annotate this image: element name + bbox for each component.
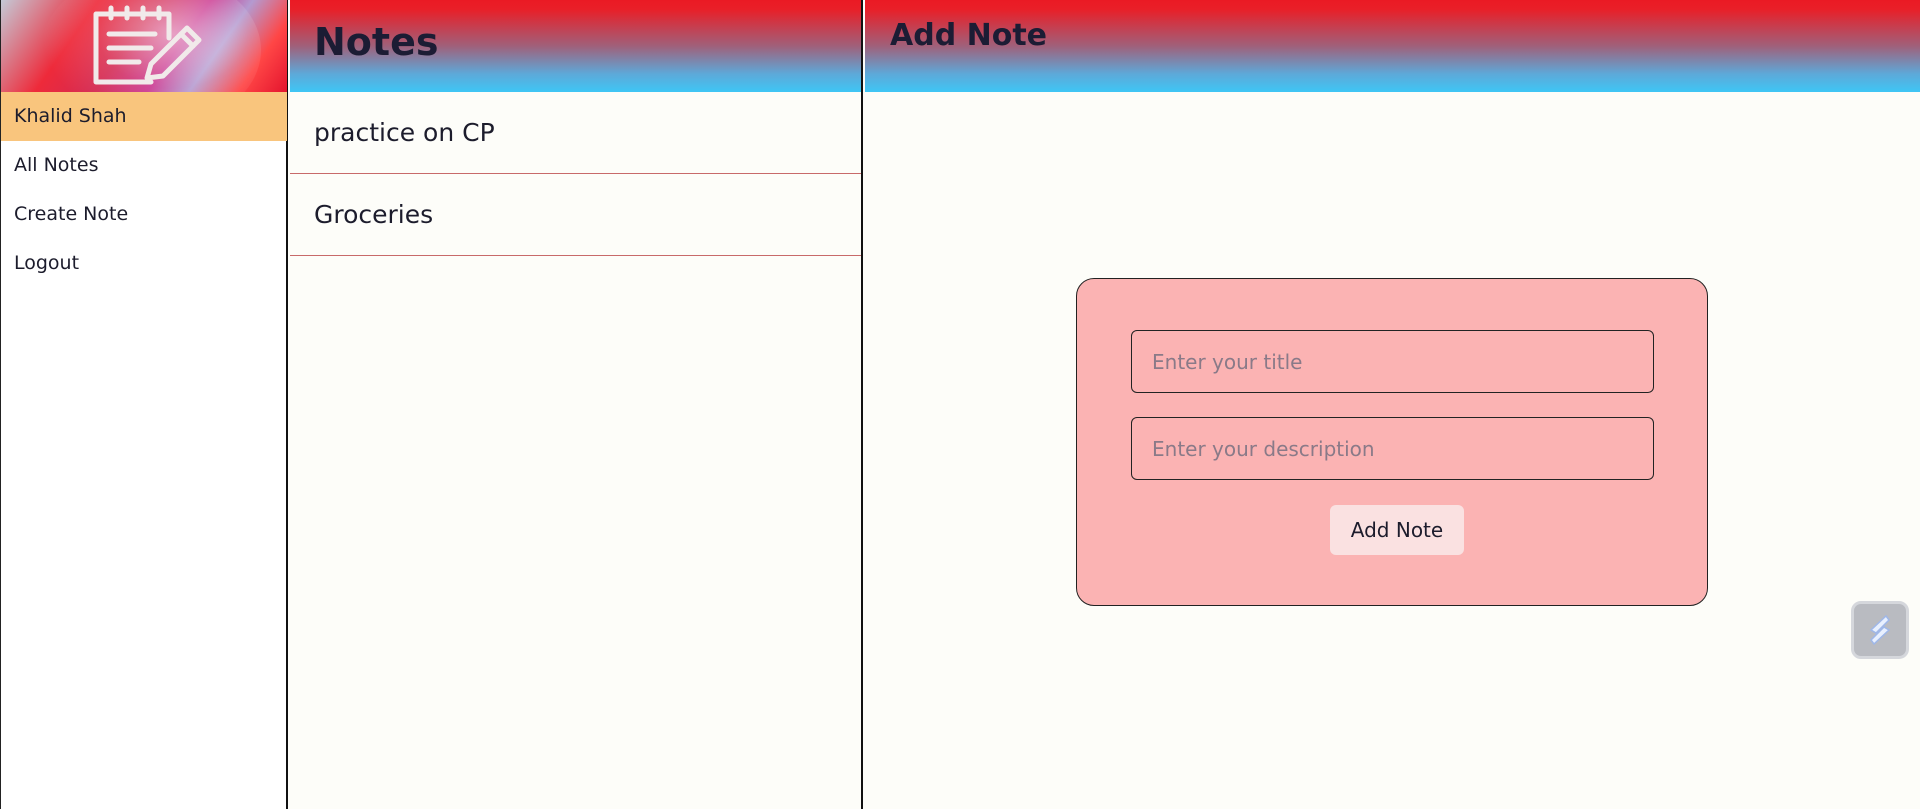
lightning-icon xyxy=(1869,614,1891,646)
notepad-pencil-icon xyxy=(93,5,202,85)
note-item[interactable]: practice on CP xyxy=(290,92,861,174)
main-header: Add Note xyxy=(865,0,1920,92)
sidebar-nav: Khalid Shah All Notes Create Note Logout xyxy=(1,92,287,288)
sidebar-item-create-note[interactable]: Create Note xyxy=(1,190,287,239)
add-note-button[interactable]: Add Note xyxy=(1330,505,1464,555)
note-item[interactable]: Groceries xyxy=(290,174,861,256)
add-note-form: Add Note xyxy=(1076,278,1708,606)
page-title: Add Note xyxy=(890,18,1048,53)
main-panel: Add Note Add Note xyxy=(865,0,1920,809)
sidebar-item-all-notes[interactable]: All Notes xyxy=(1,141,287,190)
notes-title: Notes xyxy=(314,20,439,64)
notes-panel: Notes practice on CP Groceries xyxy=(290,0,863,809)
notes-list: practice on CP Groceries xyxy=(290,92,861,256)
title-input[interactable] xyxy=(1131,330,1654,393)
description-input[interactable] xyxy=(1131,417,1654,480)
user-name[interactable]: Khalid Shah xyxy=(1,92,287,141)
sidebar-item-logout[interactable]: Logout xyxy=(1,239,287,288)
sidebar: Khalid Shah All Notes Create Note Logout xyxy=(0,0,288,809)
app-logo xyxy=(1,0,287,92)
notes-header: Notes xyxy=(290,0,861,92)
floating-action-button[interactable] xyxy=(1851,601,1909,659)
